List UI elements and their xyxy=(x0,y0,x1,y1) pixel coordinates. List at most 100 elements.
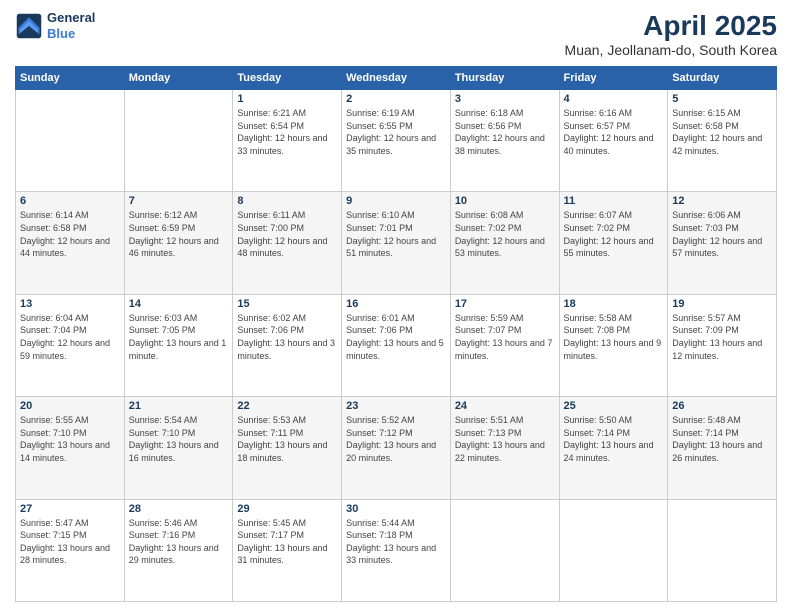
day-number: 20 xyxy=(20,400,120,412)
day-info: Sunrise: 5:44 AM Sunset: 7:18 PM Dayligh… xyxy=(346,517,446,567)
day-number: 18 xyxy=(564,298,664,310)
day-number: 5 xyxy=(672,93,772,105)
day-info: Sunrise: 6:12 AM Sunset: 6:59 PM Dayligh… xyxy=(129,209,229,259)
calendar-cell: 2Sunrise: 6:19 AM Sunset: 6:55 PM Daylig… xyxy=(342,90,451,192)
logo-text: General Blue xyxy=(47,10,95,41)
calendar-cell: 29 Sunrise: 5:45 AM Sunset: 7:17 PM Dayli… xyxy=(233,499,342,601)
day-number: 15 xyxy=(237,298,337,310)
calendar-cell: 11Sunrise: 6:07 AM Sunset: 7:02 PM Dayli… xyxy=(559,192,668,294)
day-info: Sunrise: 5:58 AM Sunset: 7:08 PM Dayligh… xyxy=(564,312,664,362)
calendar-cell: 21 Sunrise: 5:54 AM Sunset: 7:10 PM Dayli… xyxy=(124,397,233,499)
calendar-cell: 13 Sunrise: 6:04 AM Sunset: 7:04 PM Dayli… xyxy=(16,294,125,396)
day-number: 22 xyxy=(237,400,337,412)
day-number: 9 xyxy=(346,195,446,207)
calendar-week-row: 20 Sunrise: 5:55 AM Sunset: 7:10 PM Dayli… xyxy=(16,397,777,499)
logo-line1: General xyxy=(47,10,95,26)
day-info: Sunrise: 6:18 AM Sunset: 6:56 PM Dayligh… xyxy=(455,107,555,157)
calendar-cell: 1 Sunrise: 6:21 AM Sunset: 6:54 PM Daylig… xyxy=(233,90,342,192)
day-info: Sunrise: 5:53 AM Sunset: 7:11 PM Dayligh… xyxy=(237,414,337,464)
day-info: Sunrise: 6:08 AM Sunset: 7:02 PM Dayligh… xyxy=(455,209,555,259)
logo-icon xyxy=(15,12,43,40)
day-number: 23 xyxy=(346,400,446,412)
calendar-week-row: 6 Sunrise: 6:14 AM Sunset: 6:58 PM Daylig… xyxy=(16,192,777,294)
day-info: Sunrise: 6:16 AM Sunset: 6:57 PM Dayligh… xyxy=(564,107,664,157)
day-info: Sunrise: 6:01 AM Sunset: 7:06 PM Dayligh… xyxy=(346,312,446,362)
calendar-cell: 18 Sunrise: 5:58 AM Sunset: 7:08 PM Dayli… xyxy=(559,294,668,396)
day-number: 6 xyxy=(20,195,120,207)
day-info: Sunrise: 6:19 AM Sunset: 6:55 PM Dayligh… xyxy=(346,107,446,157)
calendar-cell: 17Sunrise: 5:59 AM Sunset: 7:07 PM Dayli… xyxy=(450,294,559,396)
day-number: 27 xyxy=(20,503,120,515)
day-info: Sunrise: 5:57 AM Sunset: 7:09 PM Dayligh… xyxy=(672,312,772,362)
calendar-cell xyxy=(124,90,233,192)
day-number: 28 xyxy=(129,503,229,515)
calendar-cell: 12Sunrise: 6:06 AM Sunset: 7:03 PM Dayli… xyxy=(668,192,777,294)
calendar-week-row: 1 Sunrise: 6:21 AM Sunset: 6:54 PM Daylig… xyxy=(16,90,777,192)
calendar-cell: 28 Sunrise: 5:46 AM Sunset: 7:16 PM Dayli… xyxy=(124,499,233,601)
day-info: Sunrise: 5:46 AM Sunset: 7:16 PM Dayligh… xyxy=(129,517,229,567)
day-info: Sunrise: 6:06 AM Sunset: 7:03 PM Dayligh… xyxy=(672,209,772,259)
day-number: 11 xyxy=(564,195,664,207)
day-header-tuesday: Tuesday xyxy=(233,67,342,90)
calendar-table: SundayMondayTuesdayWednesdayThursdayFrid… xyxy=(15,66,777,602)
calendar-cell: 15 Sunrise: 6:02 AM Sunset: 7:06 PM Dayli… xyxy=(233,294,342,396)
page-title: April 2025 xyxy=(565,10,777,42)
day-number: 3 xyxy=(455,93,555,105)
calendar-cell: 3 Sunrise: 6:18 AM Sunset: 6:56 PM Daylig… xyxy=(450,90,559,192)
day-header-saturday: Saturday xyxy=(668,67,777,90)
calendar-cell: 10 Sunrise: 6:08 AM Sunset: 7:02 PM Dayli… xyxy=(450,192,559,294)
day-number: 10 xyxy=(455,195,555,207)
day-info: Sunrise: 6:04 AM Sunset: 7:04 PM Dayligh… xyxy=(20,312,120,362)
calendar-cell: 23Sunrise: 5:52 AM Sunset: 7:12 PM Dayli… xyxy=(342,397,451,499)
day-number: 21 xyxy=(129,400,229,412)
day-number: 25 xyxy=(564,400,664,412)
calendar-week-row: 27 Sunrise: 5:47 AM Sunset: 7:15 PM Dayli… xyxy=(16,499,777,601)
logo-line2: Blue xyxy=(47,26,95,42)
calendar-cell xyxy=(559,499,668,601)
calendar-cell: 22 Sunrise: 5:53 AM Sunset: 7:11 PM Dayli… xyxy=(233,397,342,499)
calendar-cell: 30Sunrise: 5:44 AM Sunset: 7:18 PM Dayli… xyxy=(342,499,451,601)
day-info: Sunrise: 6:21 AM Sunset: 6:54 PM Dayligh… xyxy=(237,107,337,157)
calendar-cell: 27 Sunrise: 5:47 AM Sunset: 7:15 PM Dayli… xyxy=(16,499,125,601)
day-info: Sunrise: 5:45 AM Sunset: 7:17 PM Dayligh… xyxy=(237,517,337,567)
day-number: 4 xyxy=(564,93,664,105)
day-info: Sunrise: 6:03 AM Sunset: 7:05 PM Dayligh… xyxy=(129,312,229,362)
calendar-cell: 25 Sunrise: 5:50 AM Sunset: 7:14 PM Dayli… xyxy=(559,397,668,499)
day-header-friday: Friday xyxy=(559,67,668,90)
day-number: 8 xyxy=(237,195,337,207)
day-number: 24 xyxy=(455,400,555,412)
day-info: Sunrise: 5:47 AM Sunset: 7:15 PM Dayligh… xyxy=(20,517,120,567)
day-header-monday: Monday xyxy=(124,67,233,90)
day-number: 26 xyxy=(672,400,772,412)
day-info: Sunrise: 6:02 AM Sunset: 7:06 PM Dayligh… xyxy=(237,312,337,362)
calendar-cell: 16 Sunrise: 6:01 AM Sunset: 7:06 PM Dayli… xyxy=(342,294,451,396)
day-number: 13 xyxy=(20,298,120,310)
calendar-cell: 5 Sunrise: 6:15 AM Sunset: 6:58 PM Daylig… xyxy=(668,90,777,192)
day-number: 16 xyxy=(346,298,446,310)
calendar-cell: 20 Sunrise: 5:55 AM Sunset: 7:10 PM Dayli… xyxy=(16,397,125,499)
calendar-cell: 14Sunrise: 6:03 AM Sunset: 7:05 PM Dayli… xyxy=(124,294,233,396)
calendar-cell: 4 Sunrise: 6:16 AM Sunset: 6:57 PM Daylig… xyxy=(559,90,668,192)
calendar-cell xyxy=(16,90,125,192)
calendar-cell: 19 Sunrise: 5:57 AM Sunset: 7:09 PM Dayli… xyxy=(668,294,777,396)
calendar-cell: 9 Sunrise: 6:10 AM Sunset: 7:01 PM Daylig… xyxy=(342,192,451,294)
day-header-wednesday: Wednesday xyxy=(342,67,451,90)
day-info: Sunrise: 5:50 AM Sunset: 7:14 PM Dayligh… xyxy=(564,414,664,464)
logo: General Blue xyxy=(15,10,95,41)
calendar-cell: 26Sunrise: 5:48 AM Sunset: 7:14 PM Dayli… xyxy=(668,397,777,499)
day-header-thursday: Thursday xyxy=(450,67,559,90)
day-info: Sunrise: 6:11 AM Sunset: 7:00 PM Dayligh… xyxy=(237,209,337,259)
calendar-header-row: SundayMondayTuesdayWednesdayThursdayFrid… xyxy=(16,67,777,90)
page-subtitle: Muan, Jeollanam-do, South Korea xyxy=(565,42,777,58)
day-info: Sunrise: 5:54 AM Sunset: 7:10 PM Dayligh… xyxy=(129,414,229,464)
day-info: Sunrise: 6:10 AM Sunset: 7:01 PM Dayligh… xyxy=(346,209,446,259)
day-number: 1 xyxy=(237,93,337,105)
day-info: Sunrise: 6:14 AM Sunset: 6:58 PM Dayligh… xyxy=(20,209,120,259)
day-number: 19 xyxy=(672,298,772,310)
calendar-cell xyxy=(668,499,777,601)
calendar-cell: 8 Sunrise: 6:11 AM Sunset: 7:00 PM Daylig… xyxy=(233,192,342,294)
day-number: 29 xyxy=(237,503,337,515)
calendar-cell: 7Sunrise: 6:12 AM Sunset: 6:59 PM Daylig… xyxy=(124,192,233,294)
day-info: Sunrise: 5:55 AM Sunset: 7:10 PM Dayligh… xyxy=(20,414,120,464)
day-info: Sunrise: 6:15 AM Sunset: 6:58 PM Dayligh… xyxy=(672,107,772,157)
